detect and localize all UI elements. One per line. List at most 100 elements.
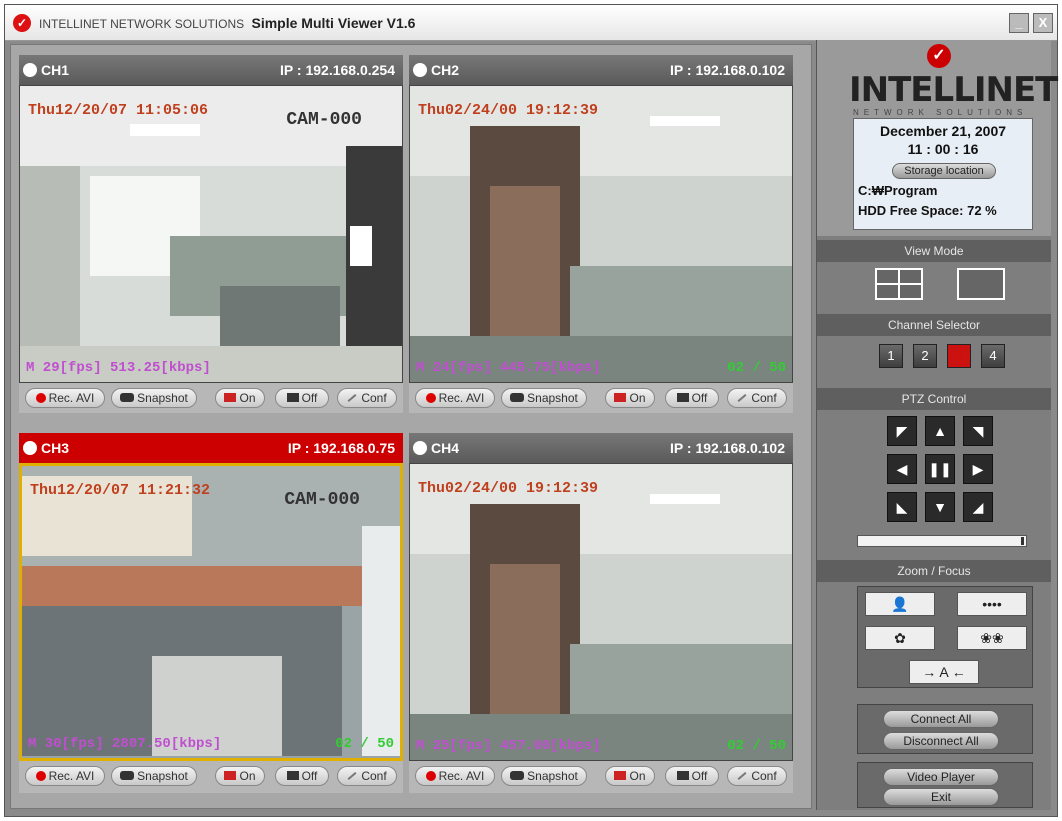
snapshot-button[interactable]: Snapshot — [111, 388, 197, 408]
conf-button[interactable]: Conf — [337, 388, 397, 408]
power-on-icon — [224, 393, 237, 402]
video-timestamp: Thu12/20/07 11:21:32 — [30, 482, 211, 499]
camera-panel-ch3: CH3 IP : 192.168.0.75 Thu12/20/07 11:21:… — [19, 433, 403, 793]
rec-avi-button[interactable]: Rec. AVI — [415, 388, 495, 408]
ptz-speed-slider[interactable] — [857, 535, 1027, 547]
camera-icon — [510, 771, 525, 780]
snapshot-button[interactable]: Snapshot — [111, 766, 197, 786]
channel-button-2[interactable]: 2 — [913, 344, 937, 368]
status-dot-icon — [23, 63, 37, 77]
channel-button-1[interactable]: 1 — [879, 344, 903, 368]
grid-divider-h — [877, 283, 921, 285]
rec-avi-button[interactable]: Rec. AVI — [25, 388, 105, 408]
ptz-up-button[interactable]: ▲ — [925, 416, 955, 446]
focus-near-button[interactable]: ✿ — [865, 626, 935, 650]
connect-all-button[interactable]: Connect All — [883, 710, 999, 728]
disconnect-all-button[interactable]: Disconnect All — [883, 732, 999, 750]
camera-header[interactable]: CH4 IP : 192.168.0.102 — [409, 433, 793, 463]
logo-area: ✓ INTELLINET NETWORK SOLUTIONS December … — [817, 40, 1058, 236]
ptz-left-button[interactable]: ◀ — [887, 454, 917, 484]
status-dot-icon — [413, 63, 427, 77]
channel-button-4[interactable]: 4 — [981, 344, 1005, 368]
quad-view-button[interactable] — [875, 268, 923, 300]
conf-button[interactable]: Conf — [727, 766, 787, 786]
focus-far-button[interactable]: ❀❀ — [957, 626, 1027, 650]
control-sidebar: ✓ INTELLINET NETWORK SOLUTIONS December … — [816, 40, 1058, 810]
video-feed[interactable]: Thu12/20/07 11:21:32 CAM-000 M 30[fps] 2… — [19, 463, 403, 761]
zoom-in-button[interactable]: 👤 — [865, 592, 935, 616]
on-button[interactable]: On — [605, 388, 655, 408]
intellinet-logo-icon: ✓ — [13, 14, 31, 32]
camera-name: CAM-000 — [284, 490, 360, 510]
ptz-pause-button[interactable]: ❚❚ — [925, 454, 955, 484]
on-button[interactable]: On — [605, 766, 655, 786]
camera-controls: Rec. AVI Snapshot On Off Conf — [19, 763, 403, 789]
stream-stats: M 25[fps] 457.00[kbps] — [416, 738, 601, 754]
ptz-down-button[interactable]: ▼ — [925, 492, 955, 522]
ptz-down-left-button[interactable]: ◣ — [887, 492, 917, 522]
auto-focus-button[interactable]: → A ← — [909, 660, 979, 684]
rec-label: Rec. AVI — [438, 769, 485, 783]
snapshot-button[interactable]: Snapshot — [501, 388, 587, 408]
minimize-button[interactable]: _ — [1009, 13, 1029, 33]
view-mode-header: View Mode — [817, 240, 1051, 262]
off-button[interactable]: Off — [665, 388, 719, 408]
channel-button-3[interactable]: 3 — [947, 344, 971, 368]
video-player-button[interactable]: Video Player — [883, 768, 999, 786]
zoom-focus-header: Zoom / Focus — [817, 560, 1051, 582]
off-button[interactable]: Off — [275, 766, 329, 786]
snapshot-button[interactable]: Snapshot — [501, 766, 587, 786]
zoom-out-button[interactable]: •••• — [957, 592, 1027, 616]
ptz-up-right-button[interactable]: ◥ — [963, 416, 993, 446]
camera-header[interactable]: CH1 IP : 192.168.0.254 — [19, 55, 403, 85]
video-feed[interactable]: Thu12/20/07 11:05:06 CAM-000 M 29[fps] 5… — [19, 85, 403, 383]
video-timestamp: Thu02/24/00 19:12:39 — [418, 480, 599, 497]
hdd-free-space: HDD Free Space: 72 % — [858, 203, 997, 218]
power-on-icon — [224, 771, 237, 780]
channel-ip: IP : 192.168.0.254 — [280, 62, 395, 78]
exit-button[interactable]: Exit — [883, 788, 999, 806]
power-on-icon — [614, 393, 627, 402]
conf-label: Conf — [751, 769, 777, 783]
close-button[interactable]: X — [1033, 13, 1053, 33]
single-view-button[interactable] — [957, 268, 1005, 300]
camera-grid: CH1 IP : 192.168.0.254 Thu12/20/07 11:05… — [10, 44, 812, 809]
stream-stats: M 30[fps] 2807.50[kbps] — [28, 736, 222, 752]
record-icon — [425, 393, 436, 403]
channel-label: CH4 — [431, 440, 460, 456]
camera-panel-ch2: CH2 IP : 192.168.0.102 Thu02/24/00 19:12… — [409, 55, 793, 413]
slider-thumb[interactable] — [1021, 537, 1024, 545]
frame-count: 02 / 50 — [727, 738, 786, 754]
rec-avi-button[interactable]: Rec. AVI — [25, 766, 105, 786]
storage-location-button[interactable]: Storage location — [892, 163, 996, 179]
channel-selector-header: Channel Selector — [817, 314, 1051, 336]
channel-ip: IP : 192.168.0.102 — [670, 440, 785, 456]
off-label: Off — [301, 769, 318, 783]
camera-header[interactable]: CH3 IP : 192.168.0.75 — [19, 433, 403, 463]
conf-button[interactable]: Conf — [337, 766, 397, 786]
off-button[interactable]: Off — [275, 388, 329, 408]
stream-stats: M 29[fps] 513.25[kbps] — [26, 360, 211, 376]
rec-avi-button[interactable]: Rec. AVI — [415, 766, 495, 786]
conf-button[interactable]: Conf — [727, 388, 787, 408]
ptz-control-header: PTZ Control — [817, 388, 1051, 410]
ptz-down-right-button[interactable]: ◢ — [963, 492, 993, 522]
stream-stats: M 24[fps] 445.75[kbps] — [416, 360, 601, 376]
camera-controls: Rec. AVI Snapshot On Off Conf — [409, 385, 793, 411]
on-label: On — [239, 391, 256, 405]
brand-logo: INTELLINET — [849, 70, 1058, 110]
video-feed[interactable]: Thu02/24/00 19:12:39 M 25[fps] 457.00[kb… — [409, 463, 793, 761]
ptz-up-left-button[interactable]: ◤ — [887, 416, 917, 446]
video-timestamp: Thu12/20/07 11:05:06 — [28, 102, 209, 119]
off-button[interactable]: Off — [665, 766, 719, 786]
rec-label: Rec. AVI — [48, 769, 95, 783]
vendor-name: INTELLINET NETWORK SOLUTIONS — [39, 17, 245, 31]
rec-label: Rec. AVI — [48, 391, 95, 405]
ptz-right-button[interactable]: ▶ — [963, 454, 993, 484]
on-button[interactable]: On — [215, 766, 265, 786]
camera-header[interactable]: CH2 IP : 192.168.0.102 — [409, 55, 793, 85]
snapshot-label: Snapshot — [137, 391, 188, 405]
on-button[interactable]: On — [215, 388, 265, 408]
brand-subtitle: NETWORK SOLUTIONS — [853, 108, 1028, 117]
video-feed[interactable]: Thu02/24/00 19:12:39 M 24[fps] 445.75[kb… — [409, 85, 793, 383]
